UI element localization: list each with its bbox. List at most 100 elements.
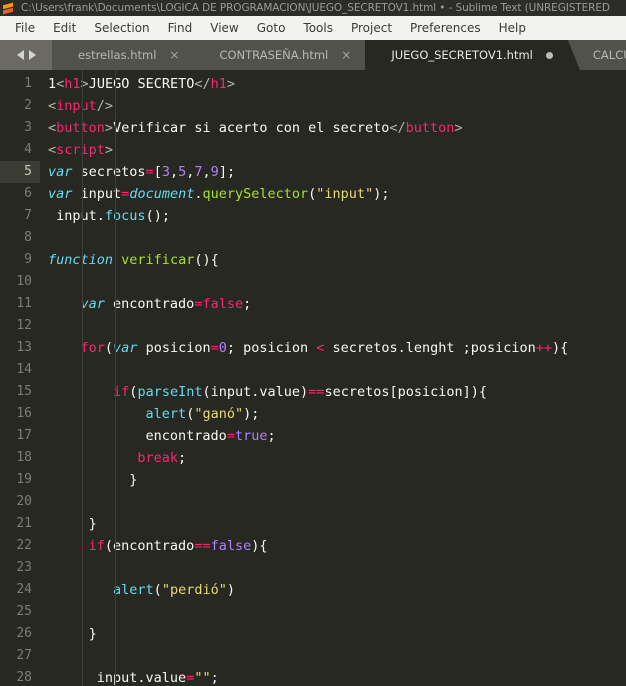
code-token: focus — [104, 208, 146, 224]
line-number: 18 — [16, 450, 32, 465]
code-line: encontrado=true; — [48, 425, 626, 447]
menu-item-file[interactable]: File — [6, 19, 44, 38]
line-number: 13 — [16, 340, 32, 355]
code-token: (input — [202, 384, 252, 400]
menu-item-goto[interactable]: Goto — [248, 19, 295, 38]
menu-item-tools[interactable]: Tools — [294, 19, 342, 38]
line-number: 15 — [16, 384, 32, 399]
code-line: var encontrado=false; — [48, 293, 626, 315]
code-line: for(var posicion=0; posicion < secretos.… — [48, 337, 626, 359]
code-token: . — [137, 670, 146, 686]
menu-item-edit[interactable]: Edit — [44, 19, 85, 38]
code-token: h1 — [210, 76, 227, 92]
code-token: alert — [145, 406, 187, 422]
code-token: ; — [178, 450, 187, 466]
code-token: if — [88, 538, 105, 554]
line-number: 6 — [24, 186, 32, 201]
line-number: 16 — [16, 406, 32, 421]
code-token: > — [454, 120, 463, 136]
code-token: "perdió" — [161, 582, 227, 598]
code-token: posicion — [137, 340, 211, 356]
code-editor[interactable]: 1 2 3 4 5 6 7 8 9 10 11 12 13 14 15 16 17 18 19 20 21 22 23 24 2… — [0, 70, 626, 686]
code-token: 3 — [161, 164, 170, 180]
code-token: < — [48, 120, 57, 136]
code-token: == — [308, 384, 325, 400]
arrow-right-icon[interactable] — [28, 50, 36, 60]
code-token: </ — [389, 120, 406, 136]
line-number: 21 — [16, 516, 32, 531]
code-line: alert("ganó"); — [48, 403, 626, 425]
menu-item-project[interactable]: Project — [342, 19, 401, 38]
code-token: input — [48, 208, 97, 224]
tab-label: JUEGO_SECRETOV1.html — [391, 48, 533, 62]
line-number: 25 — [16, 604, 32, 619]
code-token: (){ — [194, 252, 219, 268]
tab-contrasena-html[interactable]: CONTRASEÑA.html × — [193, 40, 366, 70]
code-token: ( — [153, 582, 162, 598]
menu-item-selection[interactable]: Selection — [85, 19, 158, 38]
line-number: 7 — [24, 208, 32, 223]
line-number: 10 — [16, 274, 32, 289]
code-token: ; — [267, 428, 276, 444]
line-number: 12 — [16, 318, 32, 333]
tab-estrellas-html[interactable]: estrellas.html × — [52, 40, 194, 70]
code-token: } — [48, 472, 138, 488]
tab-strip: estrellas.html × CONTRASEÑA.html × JUEGO… — [52, 40, 626, 70]
line-number: 8 — [24, 230, 32, 245]
code-token: value — [145, 670, 187, 686]
line-number: 19 — [16, 472, 32, 487]
code-line: <button>Verificar si acerto con el secre… — [48, 117, 626, 139]
code-token: lenght ;posicion — [405, 340, 536, 356]
code-content[interactable]: 1<h1>JUEGO SECRETO</h1> <input/> <button>V… — [40, 70, 626, 686]
line-number: 4 — [24, 142, 32, 157]
line-number: 17 — [16, 428, 32, 443]
code-token: input — [48, 670, 138, 686]
code-token: ; — [210, 670, 219, 686]
code-token: secretos — [72, 164, 146, 180]
code-token: 9 — [210, 164, 219, 180]
close-icon[interactable]: × — [169, 49, 179, 61]
code-token: ){ — [251, 538, 268, 554]
indent-guide — [82, 70, 83, 686]
code-token: < — [48, 98, 57, 114]
tab-navigation — [0, 40, 52, 70]
unsaved-changes-indicator-icon — [545, 51, 553, 59]
menu-item-find[interactable]: Find — [159, 19, 202, 38]
code-line: var secretos=[3,5,7,9]; — [48, 161, 626, 183]
code-token: alert — [113, 582, 154, 598]
code-token: script — [56, 142, 105, 158]
code-token: encontrado — [48, 428, 227, 444]
tab-juego-secretov1-html[interactable]: JUEGO_SECRETOV1.html — [365, 40, 567, 70]
code-token: /> — [96, 98, 114, 114]
code-token: == — [194, 538, 211, 554]
code-line: var input=document.querySelector("input"… — [48, 183, 626, 205]
code-token: (); — [145, 208, 170, 224]
code-token: h1 — [64, 76, 81, 92]
code-token: button — [405, 120, 455, 136]
close-icon[interactable]: × — [341, 49, 351, 61]
code-token: "" — [194, 670, 211, 686]
menu-item-help[interactable]: Help — [490, 19, 535, 38]
line-number: 3 — [24, 120, 32, 135]
arrow-left-icon[interactable] — [16, 50, 24, 60]
code-token: ; — [243, 296, 252, 312]
code-token: , — [169, 164, 179, 180]
code-line: } — [48, 469, 626, 491]
title-bar: C:\Users\frank\Documents\LOGICA DE PROGR… — [0, 0, 626, 16]
code-line: 1<h1>JUEGO SECRETO</h1> — [48, 73, 626, 95]
code-token: [ — [153, 164, 162, 180]
code-token: } — [48, 626, 97, 642]
code-token: true — [234, 428, 268, 444]
code-token: > — [104, 142, 114, 158]
code-token: > — [226, 76, 236, 92]
code-token: encontrado — [104, 296, 195, 312]
line-number: 9 — [24, 252, 32, 267]
menu-item-preferences[interactable]: Preferences — [401, 19, 490, 38]
menu-item-view[interactable]: View — [201, 19, 247, 38]
